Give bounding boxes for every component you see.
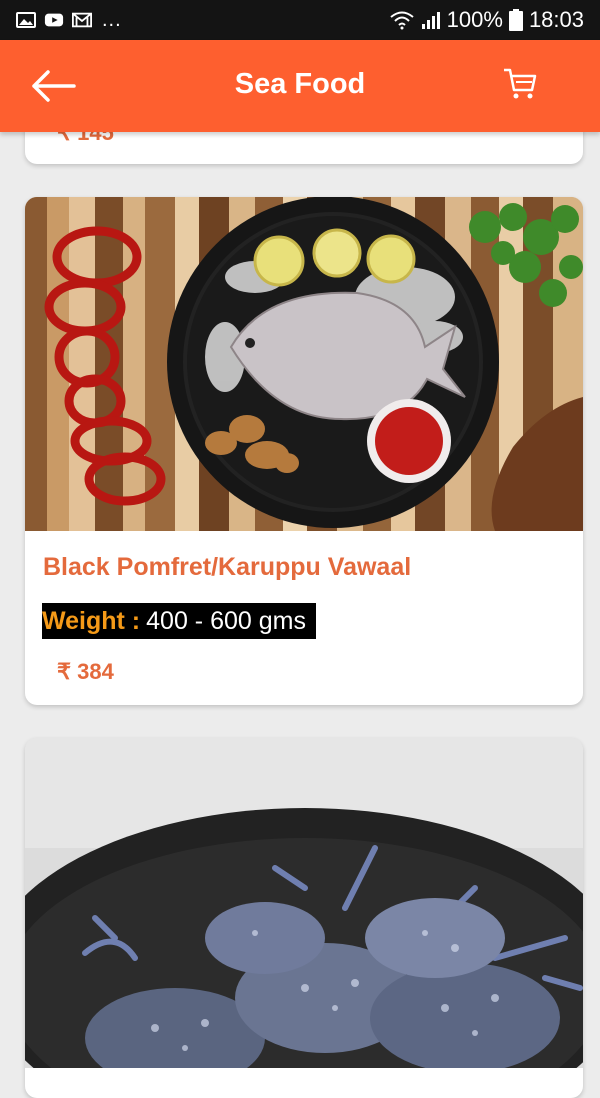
system-indicators: 100% 18:03	[389, 7, 584, 33]
gmail-icon	[72, 12, 92, 28]
notification-icons: ...	[16, 9, 122, 32]
cart-icon	[504, 68, 537, 99]
wifi-icon	[390, 11, 414, 30]
battery-icon	[508, 9, 523, 31]
product-image[interactable]	[25, 197, 583, 531]
weight-label: Weight :	[42, 606, 141, 635]
battery-percent: 100%	[446, 7, 503, 32]
youtube-icon	[44, 13, 64, 27]
signal-icon	[421, 12, 440, 29]
app-header: Sea Food	[0, 40, 600, 132]
more-notifications: ...	[102, 8, 122, 31]
product-price: ₹ 384	[57, 659, 114, 684]
product-card[interactable]	[25, 738, 583, 1098]
product-name: Black Pomfret/Karuppu Vawaal	[43, 553, 412, 581]
product-image[interactable]	[25, 738, 583, 1068]
gallery-icon	[16, 12, 36, 28]
product-weight: Weight : 400 - 600 gms	[42, 603, 316, 639]
product-card[interactable]: Black Pomfret/Karuppu Vawaal Weight : 40…	[25, 197, 583, 705]
weight-value: 400 - 600 gms	[146, 606, 306, 635]
clock: 18:03	[528, 7, 584, 32]
cart-button[interactable]	[500, 64, 540, 104]
status-bar: ... 100% 18:03	[0, 0, 600, 40]
